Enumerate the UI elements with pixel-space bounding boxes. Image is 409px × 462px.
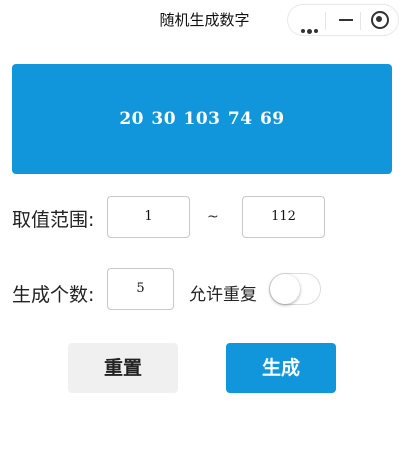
count-input[interactable]: 5 bbox=[107, 268, 174, 310]
range-max-input[interactable]: 112 bbox=[242, 196, 325, 238]
reset-button[interactable]: 重置 bbox=[68, 343, 178, 393]
range-min-input[interactable]: 1 bbox=[107, 196, 190, 238]
generate-button[interactable]: 生成 bbox=[226, 343, 336, 393]
minimize-button[interactable] bbox=[325, 5, 365, 35]
mini-program-capsule bbox=[287, 4, 399, 36]
range-separator: ~ bbox=[207, 209, 219, 225]
target-center-dot bbox=[376, 16, 382, 22]
toggle-knob bbox=[270, 274, 300, 304]
allow-repeat-label: 允许重复 bbox=[189, 285, 257, 305]
result-display: 20 30 103 74 69 bbox=[12, 64, 392, 174]
count-label: 生成个数: bbox=[12, 284, 95, 306]
close-button[interactable] bbox=[360, 5, 400, 35]
minus-icon bbox=[339, 19, 353, 21]
allow-repeat-toggle[interactable] bbox=[269, 273, 321, 305]
more-dots-icon bbox=[301, 18, 320, 37]
range-label: 取值范围: bbox=[12, 209, 95, 231]
